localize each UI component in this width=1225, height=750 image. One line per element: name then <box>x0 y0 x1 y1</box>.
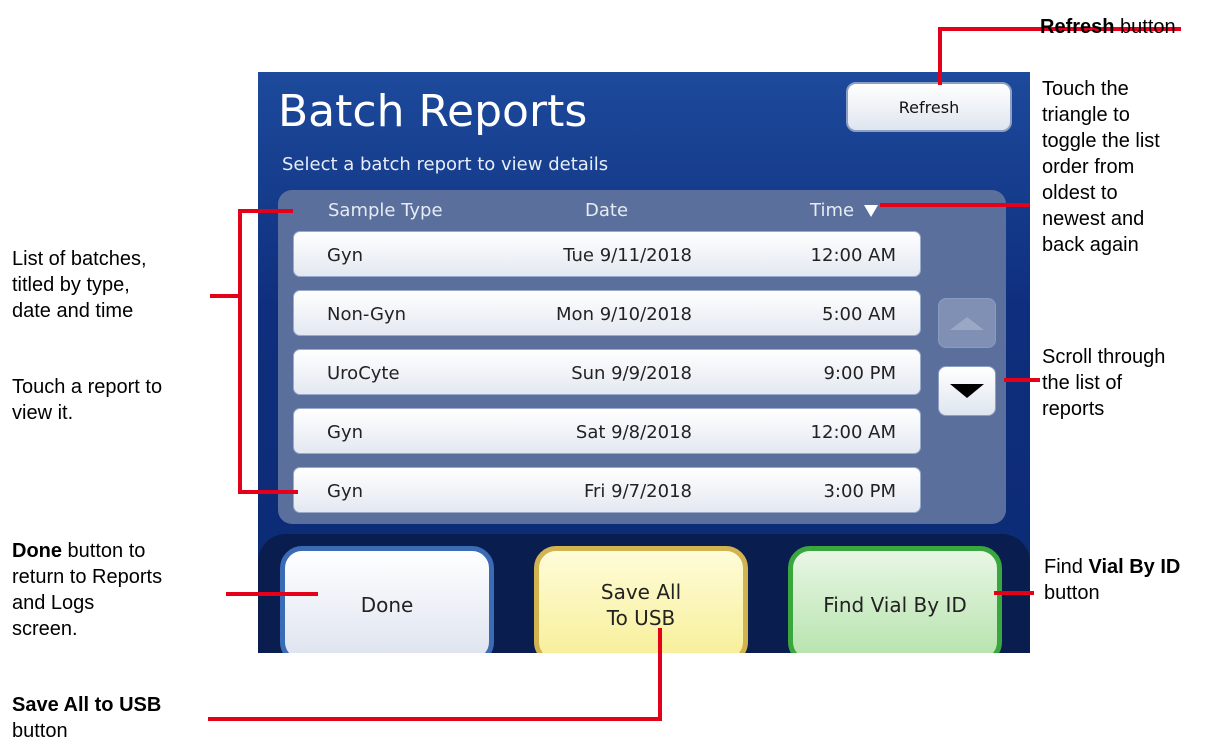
callout-line-find <box>994 591 1034 595</box>
row-time: 12:00 AM <box>810 245 896 266</box>
triangle-down-icon <box>950 384 984 398</box>
row-sample-type: UroCyte <box>327 363 400 384</box>
callout-line-refresh-2 <box>938 27 1038 31</box>
row-date: Fri 9/7/2018 <box>583 481 692 502</box>
page-title: Batch Reports <box>278 86 588 137</box>
annotation-find: Find Vial By ID button <box>1044 554 1180 606</box>
row-sample-type: Gyn <box>327 245 364 266</box>
annotation-touch: Touch a report to view it. <box>12 374 162 426</box>
annotation-save: Save All to USB button <box>12 692 161 744</box>
annotation-line: List of batches, <box>12 248 147 270</box>
column-header-sample-type: Sample Type <box>328 200 443 221</box>
annotation-line: button <box>1044 582 1100 604</box>
batch-row[interactable]: Non-Gyn Mon 9/10/2018 5:00 AM <box>293 290 921 336</box>
triangle-up-icon <box>950 316 984 330</box>
annotation-line: view it. <box>12 402 74 424</box>
annotation-scroll: Scroll through the list of reports <box>1042 344 1165 422</box>
callout-line-scroll <box>1004 378 1040 382</box>
callout-bracket-side <box>238 209 242 494</box>
batch-row[interactable]: UroCyte Sun 9/9/2018 9:00 PM <box>293 349 921 395</box>
row-sample-type: Gyn <box>327 422 364 443</box>
annotation-refresh-bold: Refresh <box>1040 16 1115 38</box>
annotation-line: date and time <box>12 300 134 322</box>
save-button-line1: Save All <box>600 580 682 604</box>
annotation-line: Touch a report to <box>12 376 163 398</box>
annotation-line: toggle the list <box>1042 130 1160 152</box>
callout-line-done <box>226 592 318 596</box>
annotation-line: button <box>12 720 68 742</box>
callout-line-save-horizontal <box>208 717 662 721</box>
annotation-line: back again <box>1042 234 1139 256</box>
annotation-line: return to Reports <box>12 566 163 588</box>
row-time: 9:00 PM <box>823 363 896 384</box>
annotation-line: Scroll through <box>1042 346 1166 368</box>
callout-bracket-bottom <box>238 490 298 494</box>
callout-line-list <box>210 294 240 298</box>
save-button-line2: To USB <box>606 606 676 630</box>
annotation-line: oldest to <box>1042 182 1118 204</box>
callout-line-save-vertical <box>658 628 662 721</box>
column-header-time[interactable]: Time <box>810 200 879 221</box>
annotation-line: Touch the <box>1042 78 1129 100</box>
annotation-list: List of batches, titled by type, date an… <box>12 246 147 324</box>
annotation-refresh-rest: button <box>1114 16 1176 38</box>
column-header-time-label: Time <box>810 200 855 221</box>
callout-line-refresh-3 <box>938 27 942 85</box>
row-time: 3:00 PM <box>823 481 896 502</box>
column-header-date: Date <box>585 200 629 221</box>
save-all-to-usb-button[interactable]: Save All To USB <box>534 546 748 653</box>
row-date: Mon 9/10/2018 <box>556 304 692 325</box>
annotation-refresh: Refresh button <box>1040 14 1176 40</box>
row-sample-type: Non-Gyn <box>327 304 407 325</box>
row-sample-type: Gyn <box>327 481 364 502</box>
find-vial-by-id-button[interactable]: Find Vial By ID <box>788 546 1002 653</box>
annotation-line: order from <box>1042 156 1135 178</box>
done-button[interactable]: Done <box>280 546 494 653</box>
annotation-line: newest and <box>1042 208 1145 230</box>
subtitle: Select a batch report to view details <box>282 154 609 175</box>
annotation-line: the list of <box>1042 372 1123 394</box>
annotation-find-bold: Vial By ID <box>1088 556 1181 578</box>
annotation-save-bold: Save All to USB <box>12 694 162 716</box>
refresh-button[interactable]: Refresh <box>846 82 1012 132</box>
scroll-up-button[interactable] <box>938 298 996 348</box>
annotation-line: triangle to <box>1042 104 1130 126</box>
annotation-find-pre: Find <box>1044 556 1089 578</box>
row-time: 12:00 AM <box>810 422 896 443</box>
callout-line-triangle <box>880 203 1030 207</box>
annotation-line: and Logs <box>12 592 95 614</box>
annotation-line: reports <box>1042 398 1105 420</box>
batch-row[interactable]: Gyn Sat 9/8/2018 12:00 AM <box>293 408 921 454</box>
annotation-done-bold: Done <box>12 540 62 562</box>
batch-list-panel: Sample Type Date Time Gyn Tue 9/11/2018 … <box>278 190 1006 524</box>
batch-reports-screen: Batch Reports Refresh Select a batch rep… <box>258 72 1030 653</box>
batch-row[interactable]: Gyn Fri 9/7/2018 3:00 PM <box>293 467 921 513</box>
row-date: Sat 9/8/2018 <box>575 422 692 443</box>
annotation-line: titled by type, <box>12 274 130 296</box>
batch-row[interactable]: Gyn Tue 9/11/2018 12:00 AM <box>293 231 921 277</box>
annotation-done: Done button to return to Reports and Log… <box>12 538 162 642</box>
annotation-line: screen. <box>12 618 78 640</box>
sort-triangle-icon[interactable] <box>864 205 879 217</box>
annotation-triangle: Touch the triangle to toggle the list or… <box>1042 76 1160 258</box>
annotation-done-rest: button to <box>62 540 146 562</box>
scroll-down-button[interactable] <box>938 366 996 416</box>
callout-bracket-top <box>238 209 293 213</box>
row-time: 5:00 AM <box>822 304 896 325</box>
row-date: Tue 9/11/2018 <box>563 245 692 266</box>
row-date: Sun 9/9/2018 <box>571 363 692 384</box>
